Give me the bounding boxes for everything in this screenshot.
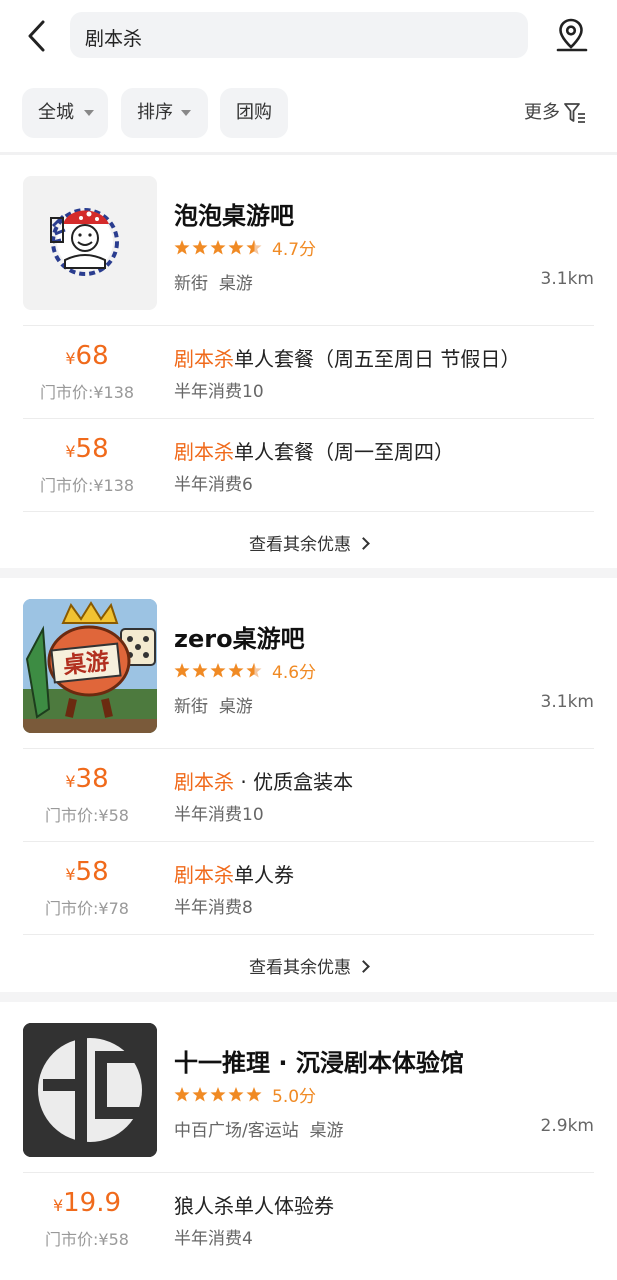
divider (23, 748, 594, 749)
group-buy-label: 团购 (236, 102, 272, 123)
divider (23, 418, 594, 419)
shop-location: 新街 桌游 (174, 692, 253, 717)
sort-dropdown[interactable]: 排序 (121, 88, 208, 138)
rating-stars (174, 237, 266, 257)
divider (23, 325, 594, 326)
deal-row[interactable]: ¥38 门市价:¥58 剧本杀 · 优质盒装本 半年消费10 (0, 748, 617, 841)
deal-row[interactable]: ¥58 门市价:¥138 剧本杀单人套餐（周一至周四） 半年消费6 (0, 418, 617, 511)
see-more-deals-button[interactable]: 查看其余优惠 (0, 953, 617, 978)
shop-area: 新街 (174, 697, 208, 717)
deal-price: ¥68 (65, 341, 109, 371)
shop-location: 中百广场/客运站 桌游 (174, 1116, 344, 1141)
filter-funnel-icon[interactable] (563, 101, 587, 125)
search-input[interactable]: 剧本杀 (70, 12, 528, 58)
shop-category: 桌游 (218, 274, 253, 294)
shop-location: 新街 桌游 (174, 269, 253, 294)
section-divider (0, 992, 617, 1002)
deal-price: ¥58 (65, 857, 109, 887)
shop-area: 中百广场/客运站 (174, 1121, 299, 1141)
rating-score: 4.6分 (272, 663, 317, 683)
shop-distance: 3.1km (540, 269, 594, 289)
shop-category: 桌游 (218, 697, 253, 717)
rating-score: 4.7分 (272, 240, 317, 260)
see-more-label: 查看其余优惠 (249, 958, 351, 978)
search-query-text: 剧本杀 (85, 28, 143, 50)
see-more-label: 查看其余优惠 (249, 535, 351, 555)
city-filter-label: 全城 (38, 102, 74, 123)
deal-title: 剧本杀 · 优质盒装本 (174, 770, 354, 794)
deal-title: 剧本杀单人券 (174, 863, 294, 887)
deal-sales: 半年消费10 (174, 382, 264, 402)
deal-price: ¥19.9 (52, 1188, 122, 1218)
sort-label: 排序 (137, 102, 173, 123)
original-price: 门市价:¥138 (39, 476, 135, 495)
shop-name[interactable]: 十一推理 · 沉浸剧本体验馆 (174, 1043, 464, 1078)
divider (23, 1172, 594, 1173)
divider (23, 934, 594, 935)
shop-card[interactable]: 桌游 zero桌游吧 4.6分 新街 桌游 3.1km ¥38 门市价:¥58 … (0, 578, 617, 992)
shop-thumbnail[interactable]: 桌游 (23, 599, 157, 733)
divider (23, 511, 594, 512)
back-arrow-icon[interactable] (18, 16, 58, 56)
deal-title: 剧本杀单人套餐（周五至周日 节假日） (174, 347, 521, 371)
chevron-right-icon (357, 537, 370, 550)
deal-title: 狼人杀单人体验券 (174, 1194, 334, 1218)
shop-distance: 3.1km (540, 692, 594, 712)
deal-title: 剧本杀单人套餐（周一至周四） (174, 440, 454, 464)
rating-stars (174, 1084, 266, 1104)
original-price: 门市价:¥58 (45, 1230, 129, 1249)
deal-row[interactable]: ¥19.9 门市价:¥58 狼人杀单人体验券 半年消费4 (0, 1172, 617, 1265)
original-price: 门市价:¥78 (45, 899, 129, 918)
rating-score: 5.0分 (272, 1087, 317, 1107)
shop-thumbnail[interactable] (23, 176, 157, 310)
shop-card[interactable]: 泡泡桌游吧 4.7分 新街 桌游 3.1km ¥68 门市价:¥138 剧本杀单… (0, 155, 617, 568)
deal-price: ¥58 (65, 434, 109, 464)
thumbnail-text: 桌游 (62, 648, 111, 680)
caret-down-icon (181, 110, 191, 116)
shop-name[interactable]: 泡泡桌游吧 (174, 196, 294, 231)
deal-sales: 半年消费8 (174, 898, 253, 918)
deal-sales: 半年消费4 (174, 1229, 253, 1249)
deal-sales: 半年消费10 (174, 805, 264, 825)
see-more-deals-button[interactable]: 查看其余优惠 (0, 530, 617, 555)
deal-price: ¥38 (65, 764, 109, 794)
original-price: 门市价:¥138 (39, 383, 135, 402)
more-filters-button[interactable]: 更多 (524, 88, 560, 138)
rating-stars (174, 660, 266, 680)
group-buy-filter[interactable]: 团购 (220, 88, 288, 138)
top-bar: 剧本杀 (0, 0, 617, 72)
deal-row[interactable]: ¥68 门市价:¥138 剧本杀单人套餐（周五至周日 节假日） 半年消费10 (0, 325, 617, 418)
shop-thumbnail[interactable] (23, 1023, 157, 1157)
shop-name[interactable]: zero桌游吧 (174, 619, 305, 654)
city-filter-dropdown[interactable]: 全城 (22, 88, 108, 138)
original-price: 门市价:¥58 (45, 806, 129, 825)
chevron-right-icon (357, 960, 370, 973)
filter-bar: 全城 排序 团购 更多 (0, 86, 617, 140)
deal-row[interactable]: ¥58 门市价:¥78 剧本杀单人券 半年消费8 (0, 841, 617, 934)
shop-card[interactable]: 十一推理 · 沉浸剧本体验馆 5.0分 中百广场/客运站 桌游 2.9km ¥1… (0, 1002, 617, 1280)
shop-category: 桌游 (309, 1121, 344, 1141)
caret-down-icon (84, 110, 94, 116)
section-divider (0, 568, 617, 578)
shop-distance: 2.9km (540, 1116, 594, 1136)
deal-sales: 半年消费6 (174, 475, 253, 495)
shop-area: 新街 (174, 274, 208, 294)
map-location-icon[interactable] (550, 14, 594, 58)
divider (23, 841, 594, 842)
